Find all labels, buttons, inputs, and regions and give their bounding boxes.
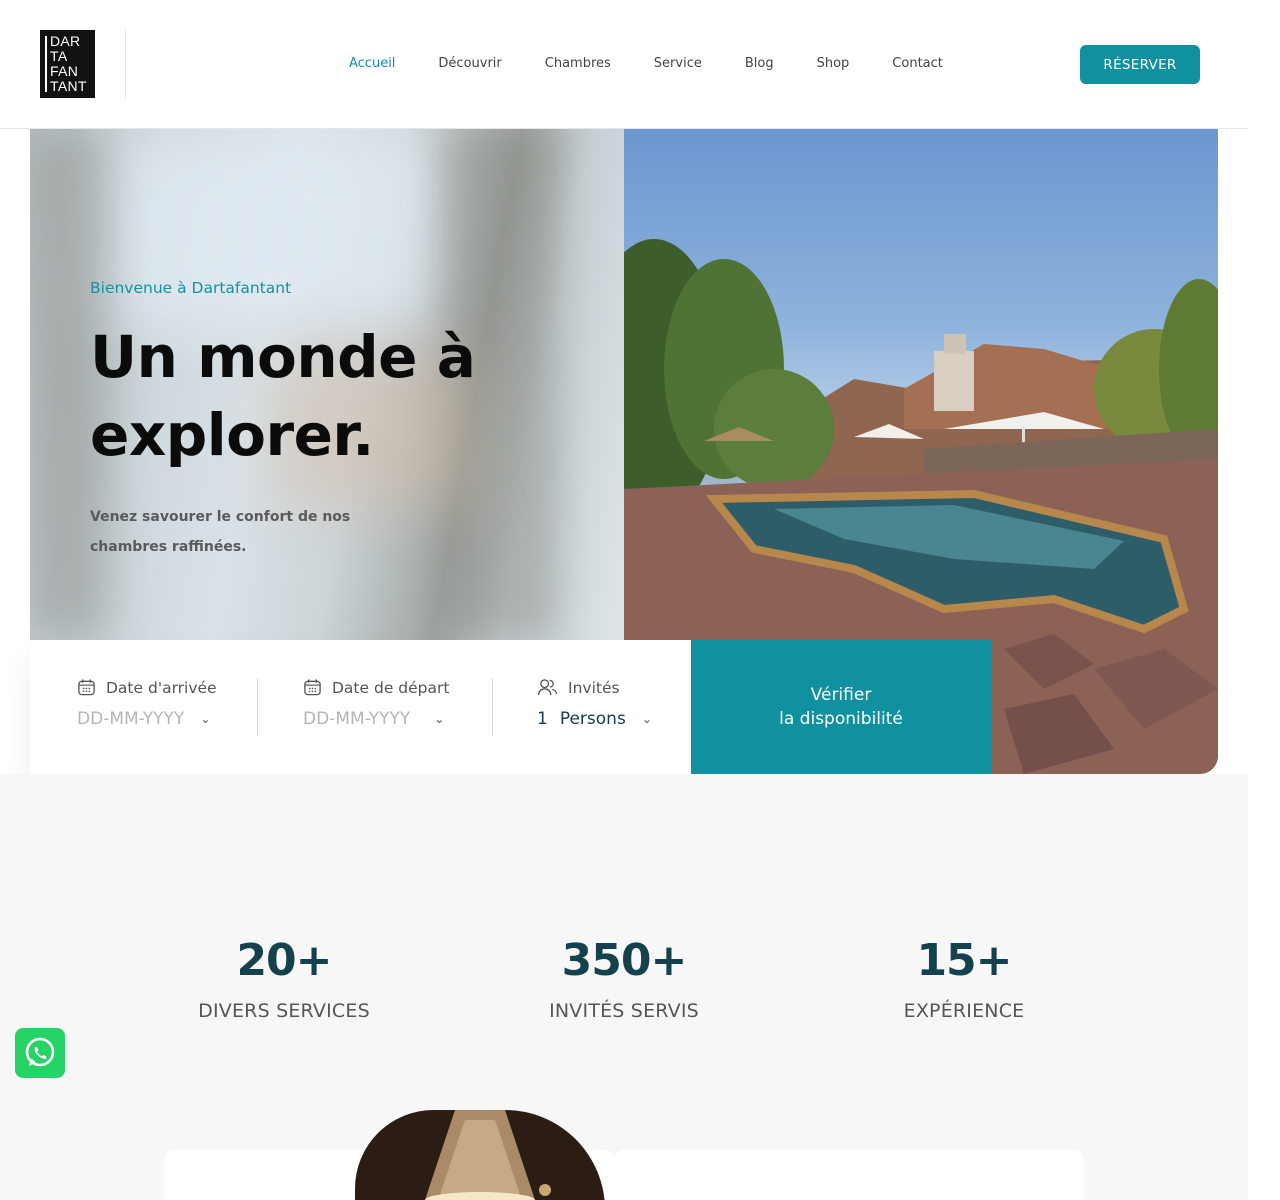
booking-form: Date d'arrivée DD-MM-YYYY ⌄ Date de dépa…: [30, 640, 691, 774]
nav-decouvrir[interactable]: Découvrir: [438, 56, 501, 71]
booking-divider: [492, 678, 493, 736]
nav-shop[interactable]: Shop: [817, 56, 850, 71]
stat-guests: 350+ INVITÉS SERVIS: [474, 935, 774, 1022]
departure-select[interactable]: DD-MM-YYYY ⌄: [303, 709, 449, 729]
stat-number: 350+: [561, 935, 688, 986]
stat-services: 20+ DIVERS SERVICES: [134, 935, 434, 1022]
chevron-down-icon: ⌄: [434, 712, 445, 726]
chevron-down-icon: ⌄: [641, 712, 652, 726]
calendar-icon: [78, 679, 95, 696]
arrival-field[interactable]: Date d'arrivée DD-MM-YYYY ⌄: [77, 678, 217, 730]
departure-field[interactable]: Date de départ DD-MM-YYYY ⌄: [303, 678, 450, 730]
departure-label: Date de départ: [332, 678, 450, 697]
guests-unit: Persons: [559, 709, 626, 729]
logo-line-1: DAR: [50, 33, 81, 49]
logo-line-4: TANT: [50, 78, 87, 94]
arrival-select[interactable]: DD-MM-YYYY ⌄: [77, 709, 217, 729]
arrival-value: DD-MM-YYYY: [77, 709, 185, 729]
guests-select[interactable]: 1 Persons ⌄: [537, 709, 652, 729]
departure-value: DD-MM-YYYY: [303, 709, 411, 729]
nav-chambres[interactable]: Chambres: [545, 56, 611, 71]
stat-number: 20+: [236, 935, 332, 986]
booking-divider: [257, 678, 258, 736]
hero-blur-sky: [90, 129, 450, 329]
hero-headline: Un monde à explorer.: [90, 318, 550, 474]
nav-blog[interactable]: Blog: [745, 56, 774, 71]
logo-line-3: FAN: [50, 63, 79, 79]
site-header: DAR TA FAN TANT Accueil Découvrir Chambr…: [0, 0, 1248, 129]
whatsapp-icon: [25, 1037, 55, 1067]
logo[interactable]: DAR TA FAN TANT: [40, 30, 95, 98]
feature-card-right: [614, 1150, 1084, 1200]
guests-count: 1: [537, 709, 548, 729]
hero-kicker: Bienvenue à Dartafantant: [90, 279, 292, 297]
check-line-1: Vérifier: [810, 685, 872, 705]
logo-line-2: TA: [50, 48, 68, 64]
guests-label: Invités: [568, 678, 620, 697]
stat-experience: 15+ EXPÉRIENCE: [814, 935, 1114, 1022]
guests-field[interactable]: Invités 1 Persons ⌄: [537, 678, 652, 730]
hero-headline-line-2: explorer.: [90, 401, 374, 469]
logo-bar: [45, 36, 47, 92]
stat-label: INVITÉS SERVIS: [549, 1000, 699, 1022]
nav-service[interactable]: Service: [654, 56, 702, 71]
main-nav: Accueil Découvrir Chambres Service Blog …: [349, 56, 986, 71]
whatsapp-button[interactable]: [15, 1028, 65, 1078]
hero-subtext: Venez savourer le confort de nos chambre…: [90, 509, 351, 555]
users-icon: [537, 679, 558, 696]
chevron-down-icon: ⌄: [200, 712, 211, 726]
hero-headline-line-1: Un monde à: [90, 323, 476, 391]
stat-number: 15+: [916, 935, 1012, 986]
stat-label: EXPÉRIENCE: [903, 1000, 1025, 1022]
nav-accueil[interactable]: Accueil: [349, 56, 395, 71]
check-availability-button[interactable]: Vérifier la disponibilité: [691, 640, 991, 774]
arrival-label: Date d'arrivée: [106, 678, 217, 697]
nav-contact[interactable]: Contact: [892, 56, 943, 71]
stat-label: DIVERS SERVICES: [198, 1000, 370, 1022]
calendar-icon: [304, 679, 321, 696]
check-line-2: la disponibilité: [779, 709, 903, 729]
header-divider: [125, 30, 126, 98]
reserve-button[interactable]: RÉSERVER: [1080, 45, 1200, 84]
